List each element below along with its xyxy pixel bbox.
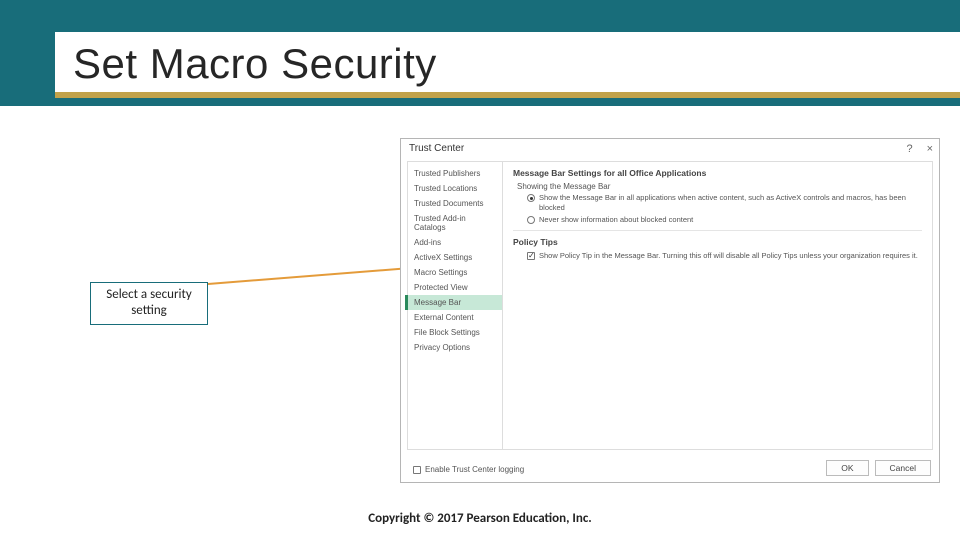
sidebar-item-protected-view[interactable]: Protected View — [408, 280, 502, 295]
dialog-sidebar: Trusted Publishers Trusted Locations Tru… — [408, 162, 503, 449]
trust-center-dialog: Trust Center ? × Trusted Publishers Trus… — [400, 138, 940, 483]
sidebar-item-trusted-publishers[interactable]: Trusted Publishers — [408, 166, 502, 181]
radio-icon — [527, 216, 535, 224]
check-label: Enable Trust Center logging — [425, 465, 524, 474]
radio-show-message-bar[interactable]: Show the Message Bar in all applications… — [527, 193, 922, 213]
sidebar-item-trusted-addin-catalogs[interactable]: Trusted Add-in Catalogs — [408, 211, 502, 235]
sidebar-item-addins[interactable]: Add-ins — [408, 235, 502, 250]
close-icon[interactable]: × — [927, 143, 933, 155]
callout-pointer — [208, 267, 408, 285]
sidebar-item-external-content[interactable]: External Content — [408, 310, 502, 325]
divider — [513, 230, 922, 231]
group-policy-tips: Policy Tips — [513, 237, 922, 247]
sidebar-item-macro-settings[interactable]: Macro Settings — [408, 265, 502, 280]
checkbox-icon — [413, 466, 421, 474]
dialog-buttons: OK Cancel — [826, 460, 931, 476]
dialog-body: Trusted Publishers Trusted Locations Tru… — [407, 161, 933, 450]
sidebar-item-message-bar[interactable]: Message Bar — [408, 295, 502, 310]
sidebar-item-trusted-locations[interactable]: Trusted Locations — [408, 181, 502, 196]
check-label: Show Policy Tip in the Message Bar. Turn… — [539, 251, 918, 261]
sidebar-item-file-block-settings[interactable]: File Block Settings — [408, 325, 502, 340]
sidebar-item-trusted-documents[interactable]: Trusted Documents — [408, 196, 502, 211]
help-icon[interactable]: ? — [906, 143, 912, 155]
checkbox-icon — [527, 252, 535, 260]
radio-icon — [527, 194, 535, 202]
radio-label: Show the Message Bar in all applications… — [539, 193, 922, 213]
sidebar-item-privacy-options[interactable]: Privacy Options — [408, 340, 502, 355]
panel-heading: Message Bar Settings for all Office Appl… — [513, 168, 922, 178]
ok-button[interactable]: OK — [826, 460, 868, 476]
radio-never-show[interactable]: Never show information about blocked con… — [527, 215, 922, 225]
sidebar-item-activex-settings[interactable]: ActiveX Settings — [408, 250, 502, 265]
radio-label: Never show information about blocked con… — [539, 215, 693, 225]
enable-logging[interactable]: Enable Trust Center logging — [413, 465, 524, 474]
copyright-text: Copyright © 2017 Pearson Education, Inc. — [0, 511, 960, 526]
cancel-button[interactable]: Cancel — [875, 460, 931, 476]
dialog-title: Trust Center — [401, 139, 939, 156]
slide-title: Set Macro Security — [55, 32, 960, 98]
settings-panel: Message Bar Settings for all Office Appl… — [503, 162, 932, 449]
callout-box: Select a security setting — [90, 282, 208, 325]
group-showing-message-bar: Showing the Message Bar — [517, 182, 922, 191]
check-policy-tip[interactable]: Show Policy Tip in the Message Bar. Turn… — [527, 251, 922, 261]
